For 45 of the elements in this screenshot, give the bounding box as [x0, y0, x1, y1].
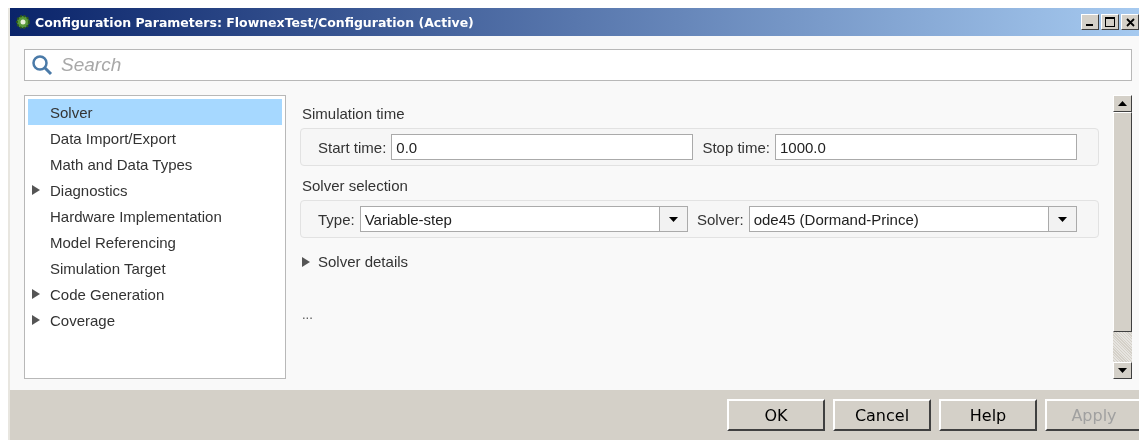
search-icon — [31, 54, 53, 76]
dialog-button[interactable]: OK — [727, 399, 825, 431]
scrollbar-thumb[interactable] — [1113, 112, 1132, 332]
tree-item[interactable]: Math and Data Types — [28, 151, 282, 177]
caret-icon — [1058, 216, 1067, 222]
tree-item[interactable]: Diagnostics — [28, 177, 282, 203]
scroll-down-button[interactable] — [1113, 362, 1132, 379]
close-button[interactable] — [1121, 14, 1139, 30]
solver-details-toggle[interactable]: Solver details — [302, 253, 409, 270]
tree-item[interactable]: Model Referencing — [28, 229, 282, 255]
field-label: Type: — [318, 210, 355, 228]
search-input[interactable]: Search — [59, 53, 1131, 77]
field-label: Solver: — [697, 210, 744, 228]
expand-arrow-icon — [32, 289, 40, 299]
input-field[interactable]: 0.0 — [391, 134, 694, 160]
dropdown[interactable]: Variable-step — [359, 206, 688, 232]
tree-item[interactable]: Coverage — [28, 307, 282, 333]
input-field[interactable]: 1000.0 — [774, 134, 1077, 160]
tree-item[interactable]: Code Generation — [28, 281, 282, 307]
expand-arrow-icon — [32, 315, 40, 325]
window-title: Configuration Parameters: FlownexTest/Configuration (Active) — [35, 14, 474, 30]
tree-item[interactable]: Data Import/Export — [28, 125, 282, 151]
field-label: Stop time: — [702, 138, 770, 156]
dialog-button[interactable]: Help — [939, 399, 1037, 431]
expand-arrow-icon — [32, 185, 40, 195]
field-label: Start time: — [318, 138, 387, 156]
down-arrow-icon — [1118, 368, 1127, 373]
maximize-button[interactable] — [1101, 14, 1119, 30]
maximize-icon — [1105, 17, 1115, 27]
dialog-button[interactable]: Cancel — [833, 399, 931, 431]
tree-item[interactable]: Solver — [28, 99, 282, 125]
more-link[interactable]: ... — [302, 306, 313, 322]
tree-item[interactable]: Simulation Target — [28, 255, 282, 281]
caret-icon — [669, 216, 678, 222]
minimize-button[interactable] — [1081, 14, 1099, 30]
gear-icon — [15, 14, 31, 30]
tree-item[interactable]: Hardware Implementation — [28, 203, 282, 229]
up-arrow-icon — [1118, 101, 1127, 106]
close-icon — [1125, 17, 1135, 27]
section-title: Simulation time — [302, 105, 406, 122]
dropdown[interactable]: ode45 (Dormand-Prince) — [748, 206, 1077, 232]
scroll-up-button[interactable] — [1113, 95, 1132, 112]
section-title: Solver selection — [302, 177, 409, 194]
search-field[interactable]: Search — [24, 49, 1132, 81]
expand-arrow-icon — [302, 256, 310, 267]
